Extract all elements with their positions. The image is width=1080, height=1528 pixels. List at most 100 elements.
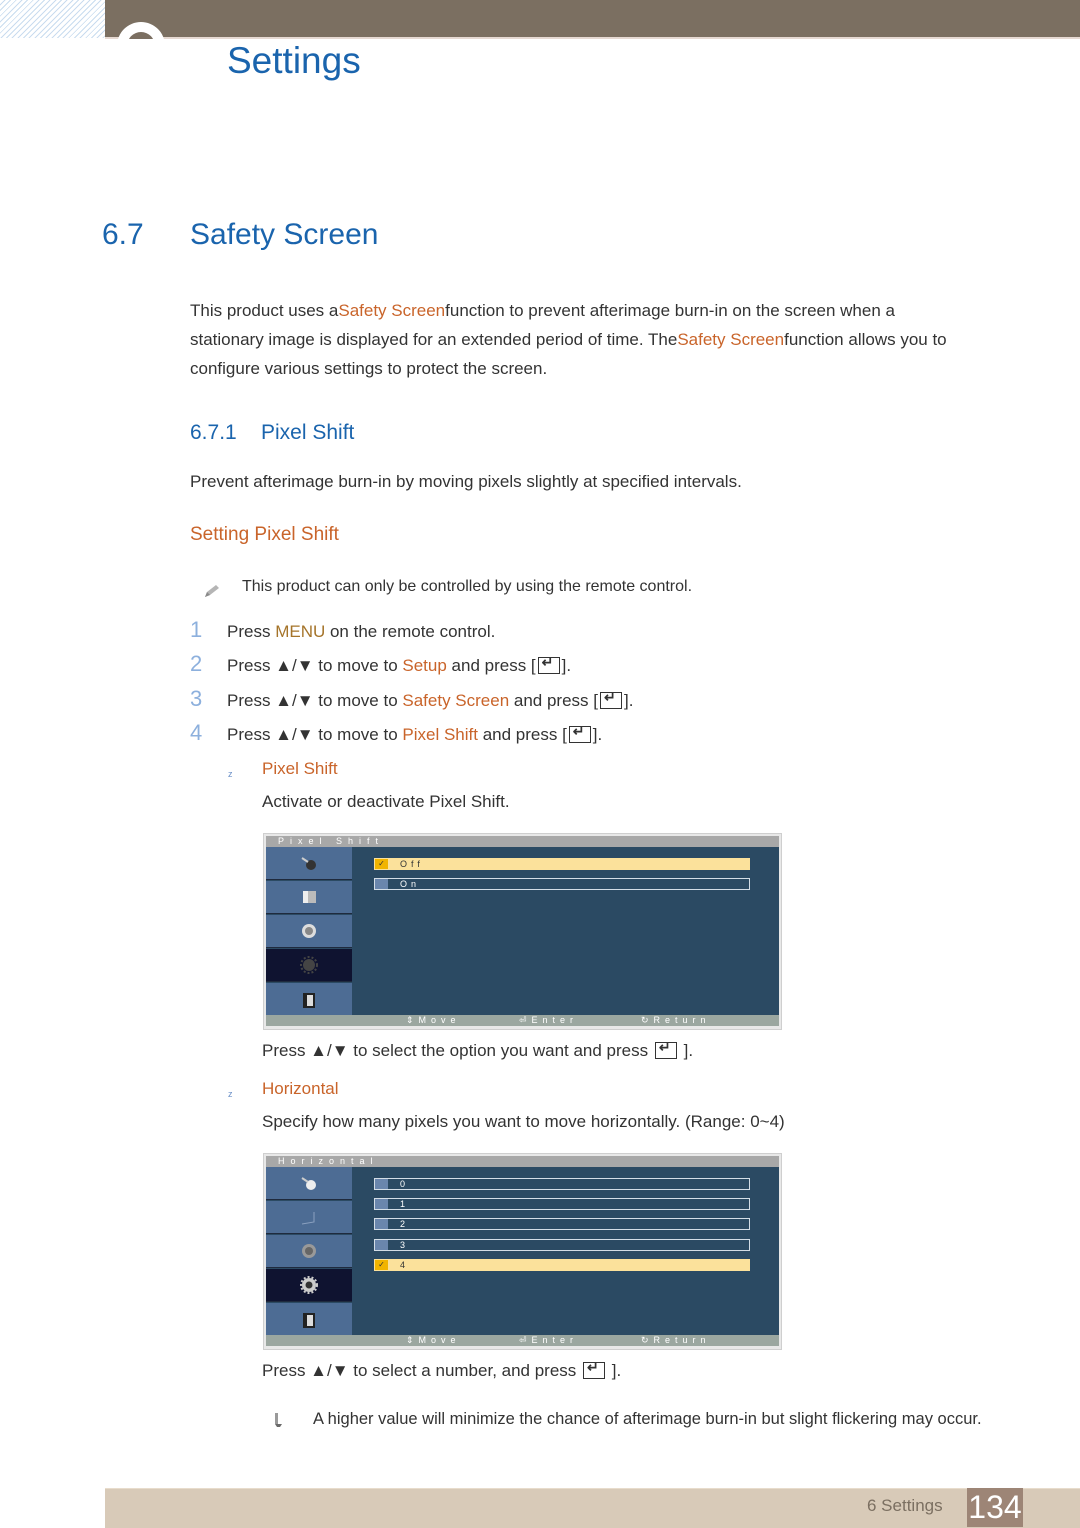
item-instruction: Press ▲/▼ to select the option you want … bbox=[262, 1039, 694, 1061]
osd-enter-hint: ⏎Enter bbox=[519, 1015, 579, 1025]
step-text: ]. bbox=[561, 656, 572, 675]
step-text: ]. bbox=[623, 691, 634, 710]
instruction-text: Press ▲/▼ to select a number, and press bbox=[262, 1361, 582, 1380]
step-text: ]. bbox=[592, 725, 603, 744]
osd-option-label: Off bbox=[400, 859, 424, 869]
pixel-shift-link[interactable]: Pixel Shift bbox=[402, 725, 478, 744]
item-title: Pixel Shift bbox=[262, 759, 338, 778]
osd-menu-sound[interactable] bbox=[266, 1235, 352, 1268]
header-hatch-decoration bbox=[0, 0, 105, 38]
osd-hint-label: Move bbox=[418, 1015, 461, 1025]
option-marker bbox=[375, 1219, 388, 1229]
osd-sidebar bbox=[266, 847, 352, 1016]
step-text: Press ▲/▼ to move to bbox=[227, 691, 403, 710]
page-number: 134 bbox=[968, 1489, 1022, 1525]
step-text: Press ▲/▼ to move to bbox=[227, 656, 403, 675]
subsection-title: Pixel Shift bbox=[261, 421, 355, 444]
section-number: 6.7 bbox=[102, 218, 144, 251]
step-number: 4 bbox=[190, 720, 203, 745]
step-2: Press ▲/▼ to move to Setup and press []. bbox=[227, 654, 572, 676]
osd-option-off[interactable]: ✓ Off bbox=[374, 858, 750, 870]
step-text: and press [ bbox=[509, 691, 598, 710]
header-bar bbox=[105, 0, 1080, 37]
osd-title: Horizontal bbox=[266, 1156, 779, 1167]
step-text: and press [ bbox=[477, 725, 567, 744]
step-text: on the remote control. bbox=[325, 622, 496, 641]
enter-key-icon bbox=[568, 723, 591, 743]
item-description: Activate or deactivate Pixel Shift. bbox=[262, 792, 510, 811]
safety-screen-link[interactable]: Safety Screen bbox=[677, 330, 784, 349]
osd-menu-setup[interactable] bbox=[266, 949, 352, 982]
input-plug-icon bbox=[301, 857, 316, 870]
input-plug-icon bbox=[301, 1177, 316, 1190]
item-instruction: Press ▲/▼ to select a number, and press … bbox=[262, 1359, 622, 1381]
note-pencil-icon bbox=[275, 1413, 282, 1427]
subsection-number: 6.7.1 bbox=[190, 421, 237, 444]
osd-hint-label: Move bbox=[418, 1335, 461, 1345]
gear-icon bbox=[300, 1276, 318, 1294]
step-text: and press [ bbox=[446, 656, 536, 675]
instruction-text: ]. bbox=[611, 1361, 622, 1380]
picture-icon bbox=[301, 1212, 315, 1225]
osd-move-hint: ⇕Move bbox=[406, 1015, 461, 1025]
gear-icon bbox=[300, 956, 318, 974]
osd-option-3[interactable]: 3 bbox=[374, 1239, 750, 1251]
setup-link[interactable]: Setup bbox=[402, 656, 446, 675]
enter-key-icon bbox=[583, 1359, 606, 1379]
safety-screen-link[interactable]: Safety Screen bbox=[402, 691, 509, 710]
step-number: 2 bbox=[190, 651, 203, 676]
sound-icon bbox=[302, 924, 316, 938]
picture-icon bbox=[303, 891, 316, 903]
osd-enter-hint: ⏎Enter bbox=[519, 1335, 579, 1345]
osd-hint-label: Return bbox=[653, 1015, 711, 1025]
monitor-icon bbox=[303, 992, 315, 1008]
intro-text: function to prevent afterimage burn-in o… bbox=[445, 301, 895, 320]
osd-menu-multi-control[interactable] bbox=[266, 1303, 352, 1336]
step-4: Press ▲/▼ to move to Pixel Shift and pre… bbox=[227, 723, 603, 745]
safety-screen-link[interactable]: Safety Screen bbox=[338, 301, 445, 320]
osd-option-label: On bbox=[400, 879, 421, 889]
osd-option-1[interactable]: 1 bbox=[374, 1198, 750, 1210]
osd-option-4[interactable]: ✓ 4 bbox=[374, 1259, 750, 1271]
final-note: A higher value will minimize the chance … bbox=[313, 1410, 982, 1428]
osd-option-0[interactable]: 0 bbox=[374, 1178, 750, 1190]
osd-menu-picture[interactable] bbox=[266, 1201, 352, 1234]
footer-chapter: 6 Settings bbox=[867, 1496, 943, 1515]
osd-menu-setup[interactable] bbox=[266, 1269, 352, 1302]
step-number: 1 bbox=[190, 617, 203, 642]
osd-body: ✓ Off On bbox=[266, 847, 779, 1016]
step-text: Press ▲/▼ to move to bbox=[227, 725, 403, 744]
osd-menu-input[interactable] bbox=[266, 1167, 352, 1200]
osd-menu-multi-control[interactable] bbox=[266, 983, 352, 1016]
osd-menu-sound[interactable] bbox=[266, 915, 352, 948]
osd-screen-pixel-shift: Pixel Shift ✓ Off On ⇕Move ⏎Enter ↻Retur… bbox=[263, 833, 782, 1030]
section-intro: This product uses aSafety Screenfunction… bbox=[190, 296, 1020, 383]
osd-option-2[interactable]: 2 bbox=[374, 1218, 750, 1230]
bullet-marker: z bbox=[228, 1089, 233, 1099]
osd-hint-label: Enter bbox=[531, 1335, 579, 1345]
osd-hint-label: Enter bbox=[531, 1015, 579, 1025]
osd-footer: ⇕Move ⏎Enter ↻Return bbox=[266, 1015, 779, 1026]
osd-return-hint: ↻Return bbox=[641, 1015, 711, 1025]
osd-option-label: 1 bbox=[400, 1199, 410, 1209]
subsection-lead: Prevent afterimage burn-in by moving pix… bbox=[190, 472, 742, 491]
option-marker bbox=[375, 879, 388, 889]
osd-option-label: 2 bbox=[400, 1219, 410, 1229]
enter-key-icon bbox=[654, 1039, 677, 1059]
osd-body: 0 1 2 3 ✓ 4 bbox=[266, 1167, 779, 1336]
option-marker bbox=[375, 1240, 388, 1250]
osd-return-hint: ↻Return bbox=[641, 1335, 711, 1345]
osd-option-on[interactable]: On bbox=[374, 878, 750, 890]
osd-menu-input[interactable] bbox=[266, 847, 352, 880]
instruction-text: ]. bbox=[683, 1041, 694, 1060]
step-3: Press ▲/▼ to move to Safety Screen and p… bbox=[227, 689, 634, 711]
header-divider bbox=[105, 37, 1080, 39]
osd-menu-picture[interactable] bbox=[266, 881, 352, 914]
item-description: Specify how many pixels you want to move… bbox=[262, 1112, 785, 1131]
check-icon: ✓ bbox=[375, 1260, 388, 1270]
osd-footer: ⇕Move ⏎Enter ↻Return bbox=[266, 1335, 779, 1346]
sound-icon bbox=[302, 1244, 316, 1258]
osd-move-hint: ⇕Move bbox=[406, 1335, 461, 1345]
intro-text: stationary image is displayed for an ext… bbox=[190, 330, 678, 349]
intro-text: configure various settings to protect th… bbox=[190, 359, 548, 378]
